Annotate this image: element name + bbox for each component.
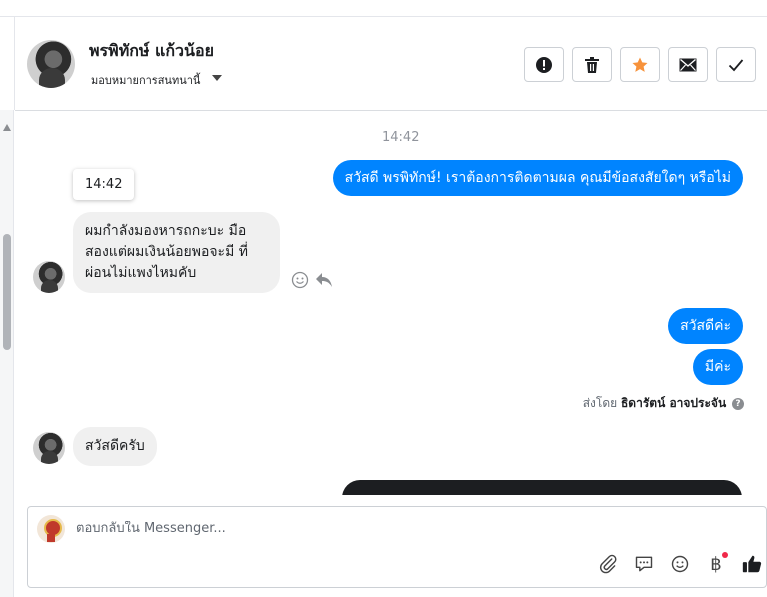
message-thread: 14:42 สวัสดี พรพิทักษ์! เราต้องการติดตาม… bbox=[15, 111, 767, 495]
speech-bubble-icon[interactable] bbox=[632, 552, 656, 576]
trash-icon bbox=[585, 56, 599, 73]
notification-dot bbox=[722, 552, 728, 558]
star-icon bbox=[632, 57, 648, 72]
page-avatar bbox=[37, 515, 65, 543]
timestamp-tooltip: 14:42 bbox=[73, 169, 135, 200]
sent-by-name[interactable]: ธิดารัตน์ อาจประจัน bbox=[621, 396, 726, 410]
sent-by-prefix: ส่งโดย bbox=[582, 396, 618, 410]
contact-avatar-small[interactable] bbox=[33, 432, 65, 464]
baht-payment-icon[interactable]: ฿ bbox=[704, 552, 728, 576]
message-bubble-incoming[interactable]: ผมกำลังมองหารถกะบะ มือสองแต่ผมเงินน้อยพอ… bbox=[73, 212, 280, 293]
message-bubble-incoming[interactable]: สวัสดีครับ bbox=[73, 427, 157, 466]
thumbs-up-icon[interactable] bbox=[740, 552, 764, 576]
message-card-dark[interactable] bbox=[342, 480, 742, 495]
baht-symbol: ฿ bbox=[710, 553, 722, 575]
sent-by-label: ส่งโดย ธิดารัตน์ อาจประจัน ? bbox=[583, 394, 744, 413]
reply-icon[interactable] bbox=[315, 272, 333, 288]
contact-avatar[interactable] bbox=[27, 40, 75, 88]
message-bubble-outgoing[interactable]: สวัสดีค่ะ bbox=[668, 308, 743, 344]
reply-composer: ฿ bbox=[27, 506, 767, 588]
message-actions bbox=[291, 271, 333, 289]
mark-unread-button[interactable] bbox=[668, 47, 708, 82]
reply-input[interactable] bbox=[76, 521, 676, 536]
contact-avatar-small[interactable] bbox=[33, 261, 65, 293]
mark-done-button[interactable] bbox=[716, 47, 756, 82]
composer-toolbar: ฿ bbox=[596, 552, 764, 576]
chat-scrollbar[interactable] bbox=[0, 110, 14, 597]
conversation-header: พรพิทักษ์ แก้วน้อย มอบหมายการสนทนานี้ bbox=[15, 17, 767, 111]
assign-conversation-dropdown[interactable]: มอบหมายการสนทนานี้ bbox=[91, 71, 200, 89]
envelope-icon bbox=[679, 58, 697, 71]
paperclip-icon[interactable] bbox=[596, 552, 620, 576]
react-emoji-icon[interactable] bbox=[291, 271, 309, 289]
message-bubble-outgoing[interactable]: สวัสดี พรพิทักษ์! เราต้องการติดตามผล คุณ… bbox=[332, 160, 743, 196]
scrollbar-thumb[interactable] bbox=[3, 234, 11, 350]
message-bubble-outgoing[interactable]: มีค่ะ bbox=[692, 349, 743, 385]
checkmark-icon bbox=[728, 58, 744, 71]
scroll-up-arrow-icon[interactable] bbox=[3, 124, 11, 131]
thread-timestamp: 14:42 bbox=[382, 130, 420, 145]
chevron-down-icon[interactable] bbox=[212, 75, 222, 81]
contact-name[interactable]: พรพิทักษ์ แก้วน้อย bbox=[89, 39, 214, 64]
star-button[interactable] bbox=[620, 47, 660, 82]
exclamation-circle-icon bbox=[536, 56, 552, 73]
spam-button[interactable] bbox=[524, 47, 564, 82]
help-icon[interactable]: ? bbox=[732, 397, 744, 410]
emoji-icon[interactable] bbox=[668, 552, 692, 576]
delete-button[interactable] bbox=[572, 47, 612, 82]
